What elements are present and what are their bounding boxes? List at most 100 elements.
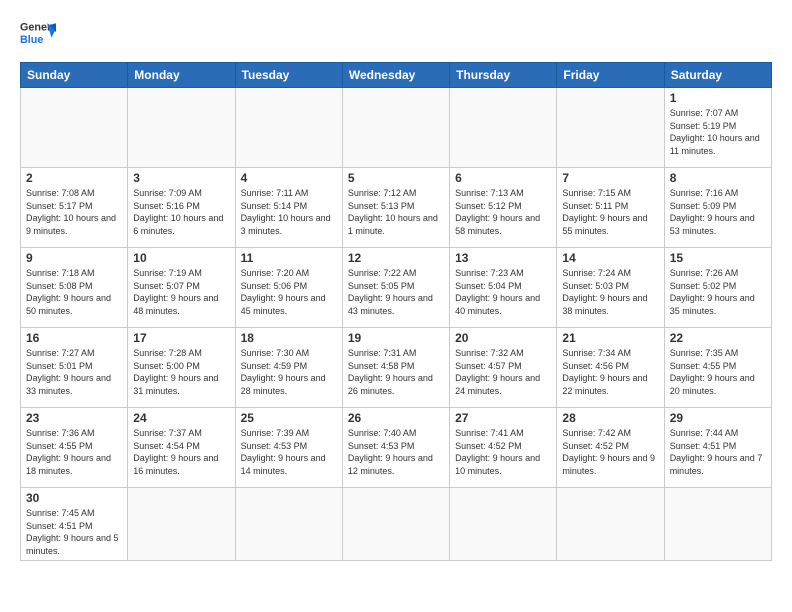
day-info: Sunrise: 7:42 AM Sunset: 4:52 PM Dayligh… [562, 427, 658, 477]
day-info: Sunrise: 7:13 AM Sunset: 5:12 PM Dayligh… [455, 187, 551, 237]
calendar-cell: 27Sunrise: 7:41 AM Sunset: 4:52 PM Dayli… [450, 408, 557, 488]
day-info: Sunrise: 7:11 AM Sunset: 5:14 PM Dayligh… [241, 187, 337, 237]
calendar-cell [557, 88, 664, 168]
day-info: Sunrise: 7:15 AM Sunset: 5:11 PM Dayligh… [562, 187, 658, 237]
day-number: 11 [241, 251, 337, 265]
day-info: Sunrise: 7:19 AM Sunset: 5:07 PM Dayligh… [133, 267, 229, 317]
calendar-cell: 22Sunrise: 7:35 AM Sunset: 4:55 PM Dayli… [664, 328, 771, 408]
day-number: 12 [348, 251, 444, 265]
day-info: Sunrise: 7:32 AM Sunset: 4:57 PM Dayligh… [455, 347, 551, 397]
logo: General Blue [20, 16, 56, 52]
calendar-cell: 12 Sunrise: 7:22 AM Sunset: 5:05 PM Dayli… [342, 248, 449, 328]
calendar-week-3: 9Sunrise: 7:18 AM Sunset: 5:08 PM Daylig… [21, 248, 772, 328]
day-number: 1 [670, 91, 766, 105]
day-info: Sunrise: 7:35 AM Sunset: 4:55 PM Dayligh… [670, 347, 766, 397]
day-number: 26 [348, 411, 444, 425]
day-info: Sunrise: 7:37 AM Sunset: 4:54 PM Dayligh… [133, 427, 229, 477]
calendar-table: SundayMondayTuesdayWednesdayThursdayFrid… [20, 62, 772, 561]
calendar-cell [450, 488, 557, 561]
day-number: 23 [26, 411, 122, 425]
generalblue-logo-icon: General Blue [20, 16, 56, 52]
day-info: Sunrise: 7:24 AM Sunset: 5:03 PM Dayligh… [562, 267, 658, 317]
day-info: Sunrise: 7:22 AM Sunset: 5:05 PM Dayligh… [348, 267, 444, 317]
day-number: 21 [562, 331, 658, 345]
day-info: Sunrise: 7:26 AM Sunset: 5:02 PM Dayligh… [670, 267, 766, 317]
day-number: 16 [26, 331, 122, 345]
day-number: 20 [455, 331, 551, 345]
calendar-cell: 15 Sunrise: 7:26 AM Sunset: 5:02 PM Dayli… [664, 248, 771, 328]
calendar-cell: 7 Sunrise: 7:15 AM Sunset: 5:11 PM Daylig… [557, 168, 664, 248]
calendar-cell: 3 Sunrise: 7:09 AM Sunset: 5:16 PM Daylig… [128, 168, 235, 248]
calendar-cell: 2 Sunrise: 7:08 AM Sunset: 5:17 PM Daylig… [21, 168, 128, 248]
calendar-cell: 28Sunrise: 7:42 AM Sunset: 4:52 PM Dayli… [557, 408, 664, 488]
calendar-week-5: 23 Sunrise: 7:36 AM Sunset: 4:55 PM Dayli… [21, 408, 772, 488]
calendar-cell: 6 Sunrise: 7:13 AM Sunset: 5:12 PM Daylig… [450, 168, 557, 248]
calendar-cell: 18Sunrise: 7:30 AM Sunset: 4:59 PM Dayli… [235, 328, 342, 408]
day-info: Sunrise: 7:23 AM Sunset: 5:04 PM Dayligh… [455, 267, 551, 317]
calendar-cell: 20 Sunrise: 7:32 AM Sunset: 4:57 PM Dayli… [450, 328, 557, 408]
day-number: 25 [241, 411, 337, 425]
day-info: Sunrise: 7:36 AM Sunset: 4:55 PM Dayligh… [26, 427, 122, 477]
day-number: 3 [133, 171, 229, 185]
calendar-header: SundayMondayTuesdayWednesdayThursdayFrid… [21, 63, 772, 88]
calendar-week-2: 2 Sunrise: 7:08 AM Sunset: 5:17 PM Daylig… [21, 168, 772, 248]
calendar-cell [128, 488, 235, 561]
calendar-week-6: 30 Sunrise: 7:45 AM Sunset: 4:51 PM Dayli… [21, 488, 772, 561]
day-number: 14 [562, 251, 658, 265]
calendar-cell: 16 Sunrise: 7:27 AM Sunset: 5:01 PM Dayli… [21, 328, 128, 408]
day-number: 8 [670, 171, 766, 185]
calendar-cell [557, 488, 664, 561]
day-info: Sunrise: 7:31 AM Sunset: 4:58 PM Dayligh… [348, 347, 444, 397]
day-info: Sunrise: 7:27 AM Sunset: 5:01 PM Dayligh… [26, 347, 122, 397]
day-info: Sunrise: 7:44 AM Sunset: 4:51 PM Dayligh… [670, 427, 766, 477]
weekday-saturday: Saturday [664, 63, 771, 88]
weekday-sunday: Sunday [21, 63, 128, 88]
calendar-cell: 14 Sunrise: 7:24 AM Sunset: 5:03 PM Dayli… [557, 248, 664, 328]
calendar-cell: 19Sunrise: 7:31 AM Sunset: 4:58 PM Dayli… [342, 328, 449, 408]
weekday-thursday: Thursday [450, 63, 557, 88]
weekday-friday: Friday [557, 63, 664, 88]
day-info: Sunrise: 7:40 AM Sunset: 4:53 PM Dayligh… [348, 427, 444, 477]
day-number: 6 [455, 171, 551, 185]
calendar-cell: 21Sunrise: 7:34 AM Sunset: 4:56 PM Dayli… [557, 328, 664, 408]
day-number: 15 [670, 251, 766, 265]
calendar-cell: 29 Sunrise: 7:44 AM Sunset: 4:51 PM Dayli… [664, 408, 771, 488]
day-info: Sunrise: 7:07 AM Sunset: 5:19 PM Dayligh… [670, 107, 766, 157]
day-number: 29 [670, 411, 766, 425]
weekday-tuesday: Tuesday [235, 63, 342, 88]
day-number: 30 [26, 491, 122, 505]
day-number: 7 [562, 171, 658, 185]
day-info: Sunrise: 7:41 AM Sunset: 4:52 PM Dayligh… [455, 427, 551, 477]
day-info: Sunrise: 7:39 AM Sunset: 4:53 PM Dayligh… [241, 427, 337, 477]
day-info: Sunrise: 7:45 AM Sunset: 4:51 PM Dayligh… [26, 507, 122, 557]
calendar-body: 1 Sunrise: 7:07 AM Sunset: 5:19 PM Daylig… [21, 88, 772, 561]
calendar-cell: 5Sunrise: 7:12 AM Sunset: 5:13 PM Daylig… [342, 168, 449, 248]
calendar-cell: 13Sunrise: 7:23 AM Sunset: 5:04 PM Dayli… [450, 248, 557, 328]
day-info: Sunrise: 7:12 AM Sunset: 5:13 PM Dayligh… [348, 187, 444, 237]
calendar-cell: 8 Sunrise: 7:16 AM Sunset: 5:09 PM Daylig… [664, 168, 771, 248]
calendar-cell: 1 Sunrise: 7:07 AM Sunset: 5:19 PM Daylig… [664, 88, 771, 168]
calendar-cell [342, 488, 449, 561]
page: General Blue SundayMondayTuesdayWednesda… [0, 0, 792, 571]
calendar-cell [450, 88, 557, 168]
weekday-monday: Monday [128, 63, 235, 88]
calendar-cell [128, 88, 235, 168]
calendar-week-1: 1 Sunrise: 7:07 AM Sunset: 5:19 PM Daylig… [21, 88, 772, 168]
day-number: 24 [133, 411, 229, 425]
day-info: Sunrise: 7:18 AM Sunset: 5:08 PM Dayligh… [26, 267, 122, 317]
calendar-cell: 4Sunrise: 7:11 AM Sunset: 5:14 PM Daylig… [235, 168, 342, 248]
calendar-cell: 9Sunrise: 7:18 AM Sunset: 5:08 PM Daylig… [21, 248, 128, 328]
day-info: Sunrise: 7:08 AM Sunset: 5:17 PM Dayligh… [26, 187, 122, 237]
calendar-cell [235, 488, 342, 561]
day-number: 18 [241, 331, 337, 345]
calendar-cell: 17Sunrise: 7:28 AM Sunset: 5:00 PM Dayli… [128, 328, 235, 408]
calendar-cell: 25 Sunrise: 7:39 AM Sunset: 4:53 PM Dayli… [235, 408, 342, 488]
calendar-cell: 26 Sunrise: 7:40 AM Sunset: 4:53 PM Dayli… [342, 408, 449, 488]
calendar-cell [235, 88, 342, 168]
day-number: 2 [26, 171, 122, 185]
day-number: 17 [133, 331, 229, 345]
weekday-wednesday: Wednesday [342, 63, 449, 88]
header: General Blue [20, 16, 772, 52]
day-info: Sunrise: 7:16 AM Sunset: 5:09 PM Dayligh… [670, 187, 766, 237]
day-info: Sunrise: 7:09 AM Sunset: 5:16 PM Dayligh… [133, 187, 229, 237]
